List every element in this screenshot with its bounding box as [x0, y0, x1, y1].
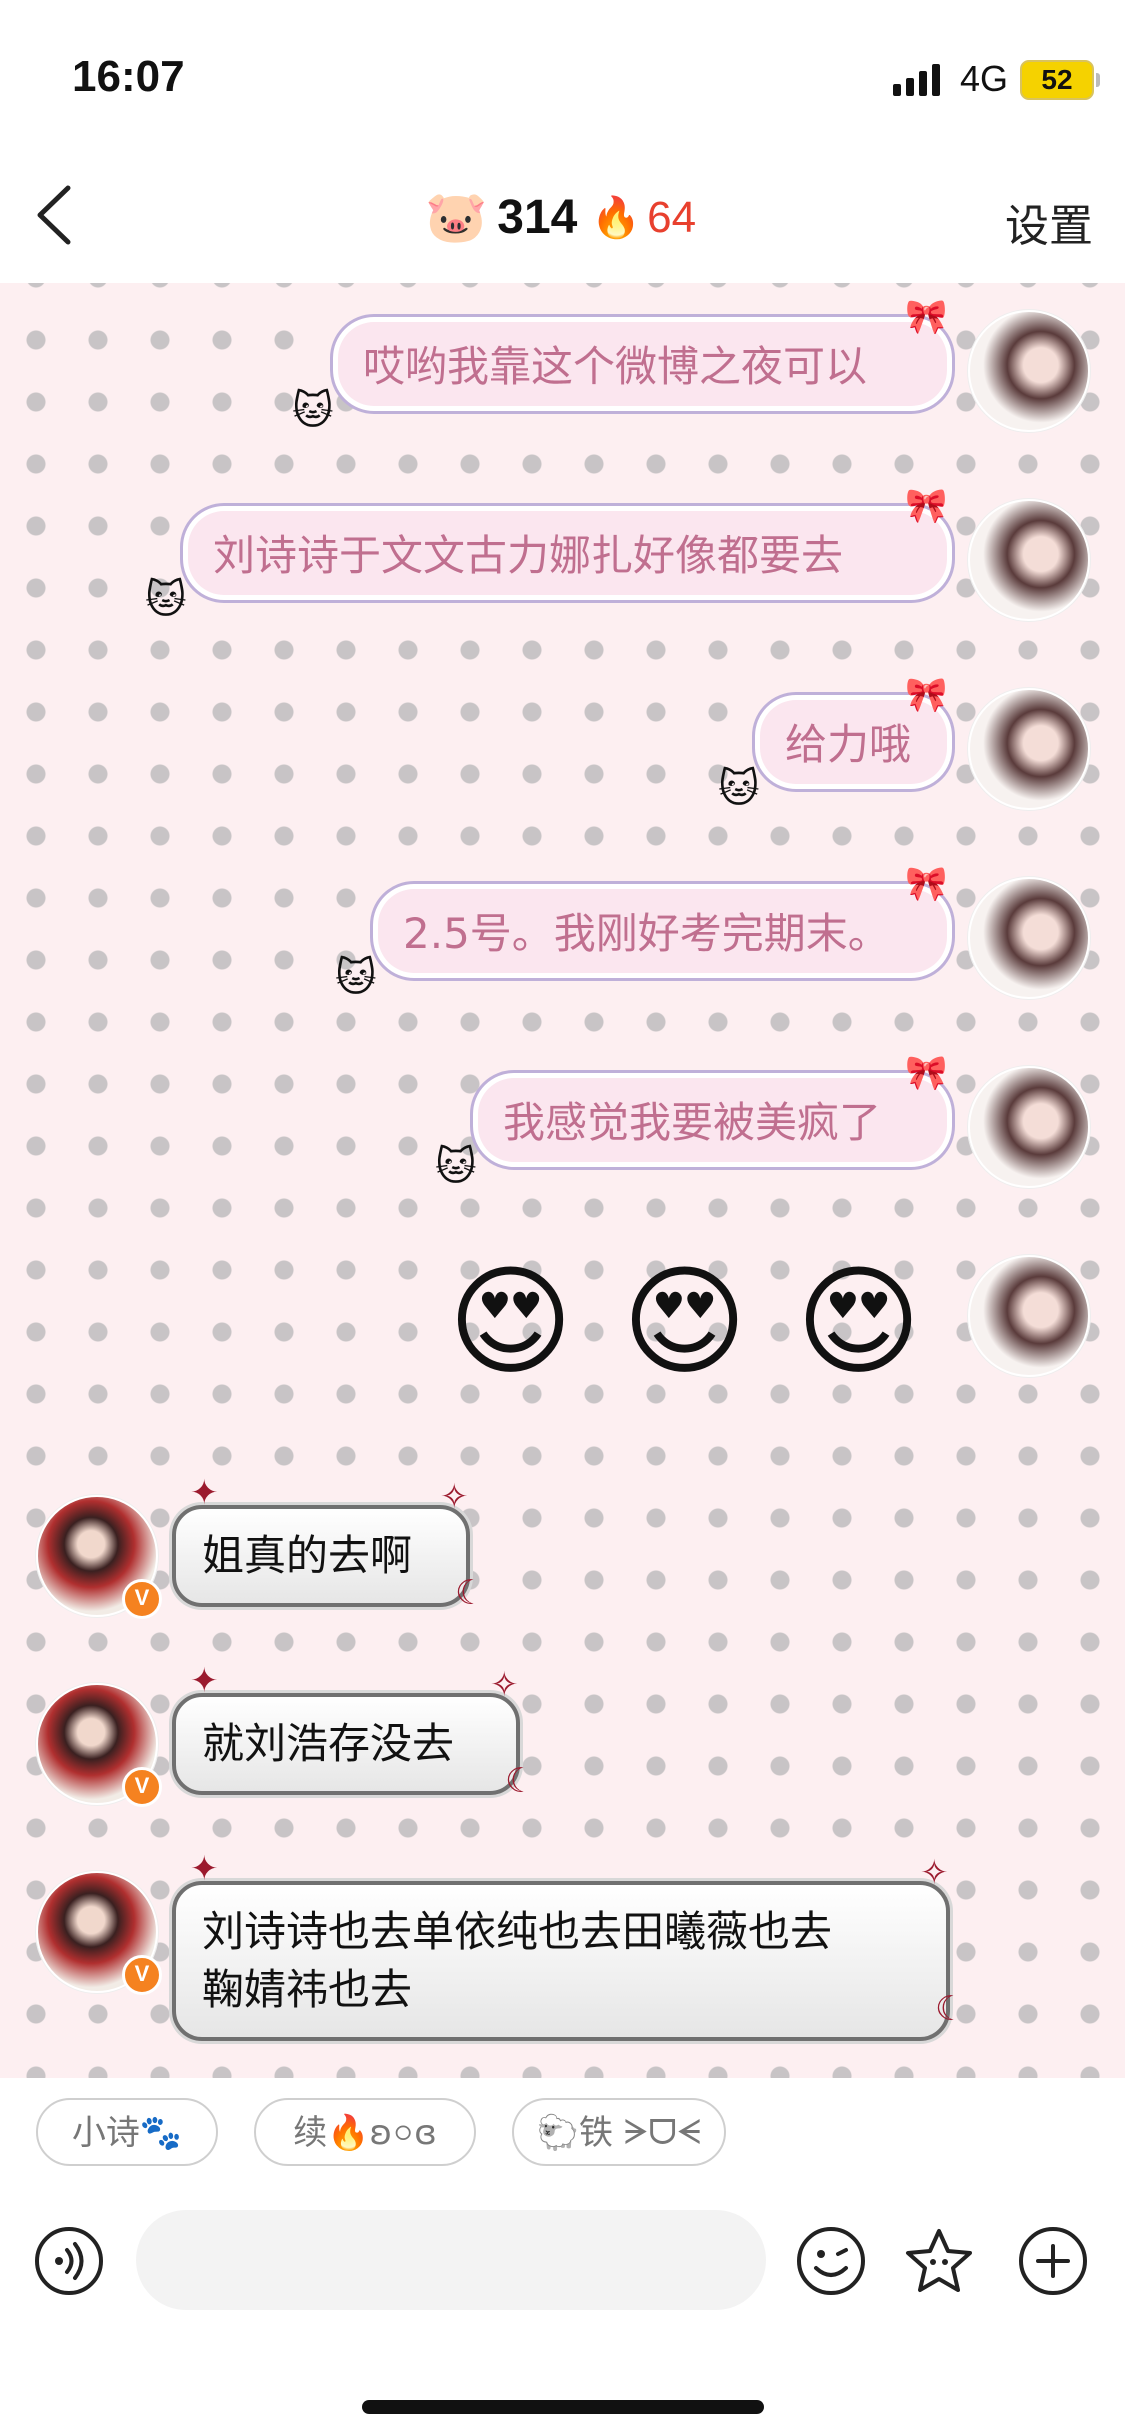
- home-indicator[interactable]: [362, 2400, 764, 2414]
- emoji-button[interactable]: [796, 2226, 866, 2296]
- my-avatar[interactable]: [968, 499, 1090, 621]
- chat-area[interactable]: 哎哟我靠这个微博之夜可以 🎀 🐱 刘诗诗于文文古力娜扎好像都要去 🎀 🐱 给力哦…: [0, 283, 1125, 2078]
- sparkle-icon: ✧: [920, 1853, 949, 1893]
- sparkle-icon: ✦: [190, 1849, 219, 1889]
- message-text: 刘诗诗于文文古力娜扎好像都要去: [213, 531, 844, 580]
- star-face-icon: [906, 2229, 972, 2292]
- message-text: 哎哟我靠这个微博之夜可以: [363, 342, 868, 391]
- streak-count: 64: [647, 192, 697, 242]
- message-bubble-right[interactable]: 哎哟我靠这个微博之夜可以: [330, 314, 955, 414]
- witch-cat-sticker-icon: 🐱: [718, 766, 760, 812]
- my-avatar[interactable]: [968, 1066, 1090, 1188]
- settings-button[interactable]: 设置: [1005, 190, 1093, 254]
- my-avatar[interactable]: [968, 1255, 1090, 1377]
- message-bubble-right[interactable]: 2.5号。我刚好考完期末。: [370, 881, 955, 981]
- friendship-score: 314: [497, 191, 578, 244]
- message-text: 2.5号。我刚好考完期末。: [403, 909, 890, 958]
- message-input[interactable]: [136, 2210, 766, 2310]
- nav-bar: 🐷 314 🔥 64 设置: [0, 150, 1125, 284]
- message-bubble-left[interactable]: 刘诗诗也去单依纯也去田曦薇也去 鞠婧祎也去: [172, 1881, 950, 2041]
- heart-eyes-emoji-icon: 😍: [622, 1253, 748, 1392]
- verified-badge-icon: V: [122, 1767, 162, 1807]
- witch-cat-sticker-icon: 🐱: [292, 388, 334, 434]
- back-button[interactable]: [30, 180, 90, 250]
- message-bubble-right[interactable]: 刘诗诗于文文古力娜扎好像都要去: [180, 503, 955, 603]
- chevron-left-icon: [37, 185, 71, 245]
- quick-chip[interactable]: 🐑铁 ᗒᗜᗕ: [512, 2098, 726, 2166]
- bow-icon: 🎀: [905, 864, 948, 904]
- more-button[interactable]: [1018, 2226, 1088, 2296]
- voice-icon: [35, 2227, 103, 2295]
- moon-icon: ☾: [935, 1989, 966, 2029]
- signal-icon: [893, 62, 940, 96]
- network-label: 4G: [960, 58, 1009, 99]
- bow-icon: 🎀: [905, 297, 948, 337]
- sparkle-icon: ✧: [490, 1665, 519, 1705]
- heart-eyes-emoji-icon: 😍: [796, 1253, 922, 1392]
- verified-badge-icon: V: [122, 1579, 162, 1619]
- message-bubble-left[interactable]: 就刘浩存没去: [172, 1693, 520, 1795]
- moon-icon: ☾: [505, 1761, 536, 1801]
- witch-cat-sticker-icon: 🐱: [435, 1144, 477, 1190]
- my-avatar[interactable]: [968, 877, 1090, 999]
- smiley-icon: [797, 2227, 865, 2295]
- chat-title: 🐷 314 🔥 64: [425, 188, 696, 247]
- input-bar: [0, 2188, 1125, 2436]
- message-text: 给力哦: [785, 720, 912, 769]
- plus-icon: [1019, 2227, 1087, 2295]
- message-text-line: 鞠婧祎也去: [202, 1965, 413, 2014]
- heart-eyes-emoji-icon: 😍: [448, 1253, 574, 1392]
- bow-icon: 🎀: [905, 675, 948, 715]
- my-avatar[interactable]: [968, 688, 1090, 810]
- fire-icon: 🔥: [591, 196, 642, 240]
- friend-avatar[interactable]: V: [36, 1871, 162, 1995]
- moon-icon: ☾: [455, 1573, 486, 1613]
- message-text: 就刘浩存没去: [202, 1719, 455, 1768]
- my-avatar[interactable]: [968, 310, 1090, 432]
- message-text: 姐真的去啊: [202, 1531, 413, 1580]
- bow-icon: 🎀: [905, 1053, 948, 1093]
- friend-avatar[interactable]: V: [36, 1683, 162, 1807]
- message-bubble-left[interactable]: 姐真的去啊: [172, 1505, 470, 1607]
- sticker-button[interactable]: [904, 2226, 974, 2296]
- sparkle-icon: ✧: [440, 1477, 469, 1517]
- status-bar: 16:07 4G 52: [0, 0, 1125, 150]
- message-text: 我感觉我要被美疯了: [503, 1098, 882, 1147]
- voice-button[interactable]: [34, 2226, 104, 2296]
- quick-chip[interactable]: 续🔥ʚ০ɞ: [254, 2098, 476, 2166]
- sparkle-icon: ✦: [190, 1661, 219, 1701]
- witch-cat-sticker-icon: 🐱: [145, 577, 187, 623]
- quick-chip[interactable]: 小诗🐾: [36, 2098, 218, 2166]
- battery-icon: 52: [1020, 60, 1100, 100]
- verified-badge-icon: V: [122, 1955, 162, 1995]
- sparkle-icon: ✦: [190, 1473, 219, 1513]
- message-bubble-right[interactable]: 我感觉我要被美疯了: [470, 1070, 955, 1170]
- message-text-line: 刘诗诗也去单依纯也去田曦薇也去: [202, 1907, 833, 1956]
- witch-cat-sticker-icon: 🐱: [335, 955, 377, 1001]
- quick-reply-bar: 小诗🐾 续🔥ʚ০ɞ 🐑铁 ᗒᗜᗕ: [0, 2078, 1125, 2188]
- friend-avatar[interactable]: V: [36, 1495, 162, 1619]
- bow-icon: 🎀: [905, 486, 948, 526]
- status-time: 16:07: [72, 52, 185, 101]
- pig-icon: 🐷: [425, 189, 488, 245]
